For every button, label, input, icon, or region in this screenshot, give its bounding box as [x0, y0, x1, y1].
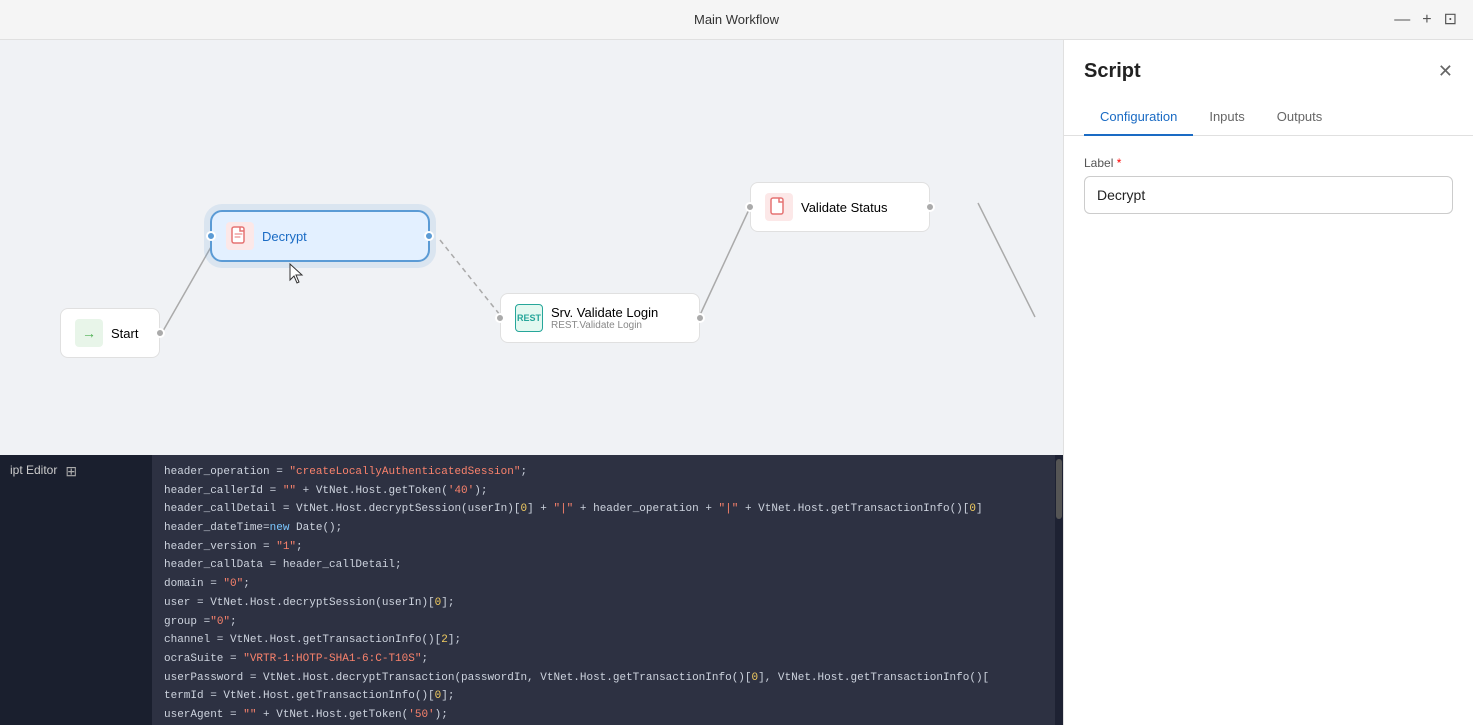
label-field: Label * [1084, 156, 1453, 214]
code-line: header_callData = header_callDetail; [152, 556, 1055, 575]
editor-collapse-button[interactable]: ⊞ [65, 463, 77, 480]
code-line: channel = VtNet.Host.getTransactionInfo(… [152, 631, 1055, 650]
start-handle-right[interactable] [155, 328, 165, 338]
tab-inputs[interactable]: Inputs [1193, 99, 1260, 136]
validate-status-icon [765, 193, 793, 221]
start-label: Start [111, 326, 138, 341]
script-panel-title: Script [1084, 60, 1141, 83]
editor-row: ipt Editor ⊞ header_operation = "createL… [0, 455, 1063, 725]
decrypt-label: Decrypt [262, 229, 307, 244]
decrypt-node[interactable]: Decrypt [210, 210, 430, 262]
label-input[interactable] [1084, 176, 1453, 214]
decrypt-icon [226, 222, 254, 250]
window-title: Main Workflow [694, 12, 779, 27]
script-panel: Script ✕ Configuration Inputs Outputs La… [1063, 40, 1473, 725]
start-icon: → [75, 319, 103, 347]
editor-main: header_operation = "createLocallyAuthent… [152, 455, 1063, 725]
code-line: header_callDetail = VtNet.Host.decryptSe… [152, 500, 1055, 519]
editor-title: ipt Editor [10, 463, 57, 477]
script-panel-body: Label * [1064, 136, 1473, 725]
required-indicator: * [1117, 156, 1122, 170]
mouse-cursor [288, 262, 308, 282]
maximize-button[interactable]: + [1422, 12, 1431, 28]
editor-scrollbar-thumb[interactable] [1056, 459, 1062, 519]
code-line: userAgent = "" + VtNet.Host.getToken('50… [152, 706, 1055, 725]
srv-validate-sublabel: REST.Validate Login [551, 320, 658, 331]
code-line: header_version = "1"; [152, 538, 1055, 557]
window-controls: — + ⊡ [1394, 12, 1457, 28]
decrypt-handle-right[interactable] [424, 231, 434, 241]
code-line: user = VtNet.Host.decryptSession(userIn)… [152, 594, 1055, 613]
code-line: header_dateTime=new Date(); [152, 519, 1055, 538]
srv-validate-icon: REST [515, 304, 543, 332]
restore-button[interactable]: ⊡ [1444, 12, 1457, 28]
code-line: ocraSuite = "VRTR-1:HOTP-SHA1-6:C-T10S"; [152, 650, 1055, 669]
code-line: userPassword = VtNet.Host.decryptTransac… [152, 669, 1055, 688]
srv-validate-handle-left[interactable] [495, 313, 505, 323]
code-editor[interactable]: header_operation = "createLocallyAuthent… [152, 455, 1055, 725]
canvas-area[interactable]: → Start Decrypt [0, 40, 1063, 455]
start-node[interactable]: → Start [60, 308, 160, 358]
srv-validate-label: Srv. Validate Login [551, 305, 658, 320]
validate-status-node[interactable]: Validate Status [750, 182, 930, 232]
editor-sidebar: ipt Editor ⊞ [0, 455, 152, 725]
minimize-button[interactable]: — [1394, 12, 1410, 28]
validate-status-label: Validate Status [801, 200, 887, 215]
decrypt-handle-left[interactable] [206, 231, 216, 241]
validate-status-handle-right[interactable] [925, 202, 935, 212]
connection-lines [0, 40, 1063, 455]
tab-configuration[interactable]: Configuration [1084, 99, 1193, 136]
code-line: group ="0"; [152, 613, 1055, 632]
workspace: → Start Decrypt [0, 40, 1473, 725]
validate-status-handle-left[interactable] [745, 202, 755, 212]
script-panel-header: Script ✕ [1064, 40, 1473, 83]
srv-validate-handle-right[interactable] [695, 313, 705, 323]
left-section: → Start Decrypt [0, 40, 1063, 725]
script-tabs: Configuration Inputs Outputs [1064, 99, 1473, 136]
title-bar: Main Workflow — + ⊡ [0, 0, 1473, 40]
code-line: domain = "0"; [152, 575, 1055, 594]
tab-outputs[interactable]: Outputs [1261, 99, 1339, 136]
code-line: header_callerId = "" + VtNet.Host.getTok… [152, 482, 1055, 501]
label-field-label: Label * [1084, 156, 1453, 170]
srv-validate-node[interactable]: REST Srv. Validate Login REST.Validate L… [500, 293, 700, 343]
editor-scrollbar[interactable] [1055, 455, 1063, 725]
code-line: termId = VtNet.Host.getTransactionInfo()… [152, 687, 1055, 706]
close-button[interactable]: ✕ [1438, 61, 1453, 82]
code-line: header_operation = "createLocallyAuthent… [152, 463, 1055, 482]
